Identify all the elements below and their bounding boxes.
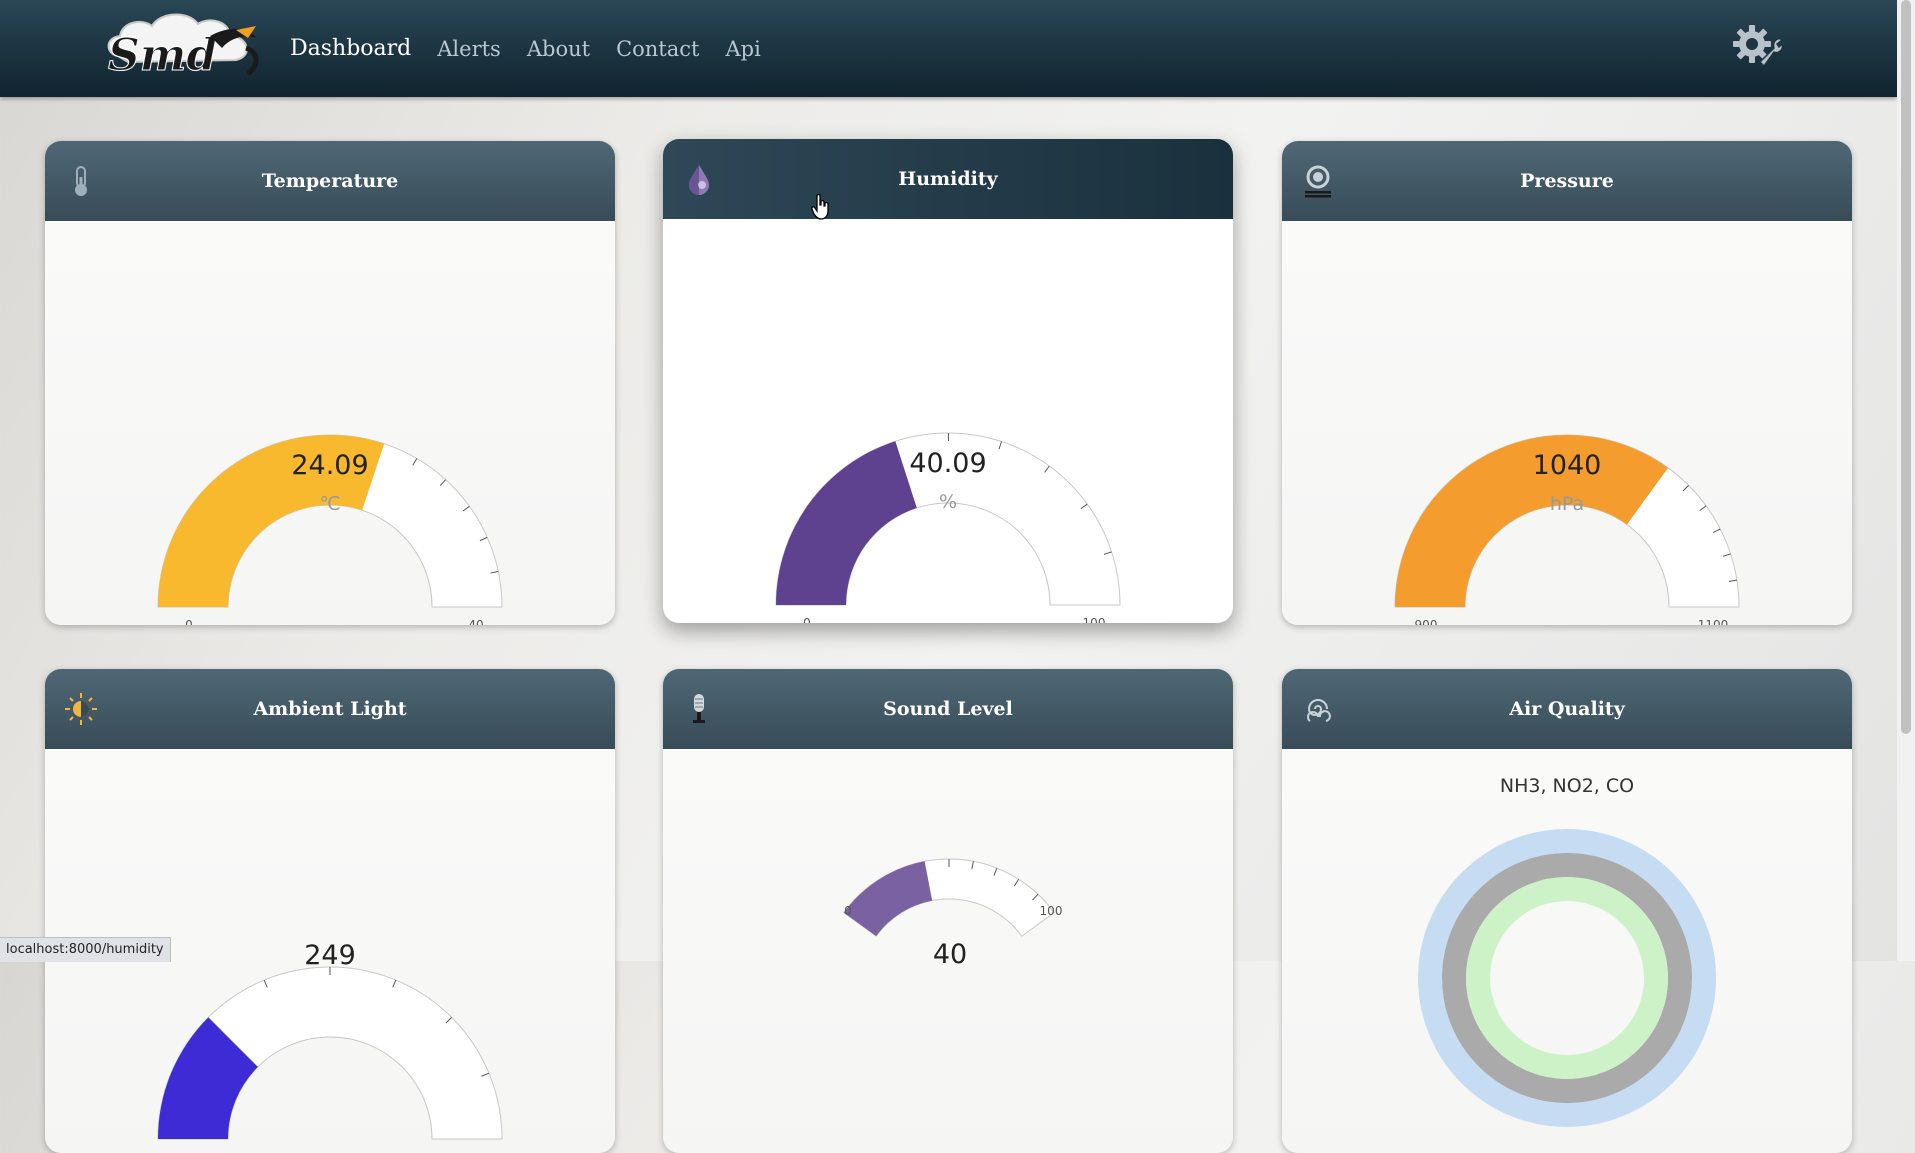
gauge-max-label: 40 (468, 618, 483, 625)
gauge-value: 249 (304, 940, 356, 971)
sound-level-card[interactable]: Sound Level 0 100 40 (663, 669, 1233, 1153)
gauge-value: 40 (933, 939, 967, 970)
hand-pointer-cursor-icon (811, 194, 831, 220)
vertical-scrollbar[interactable] (1897, 0, 1915, 961)
air-quality-chart: NH3, NO2, CO (1282, 749, 1852, 1153)
status-bar-url: localhost:8000/humidity (0, 937, 171, 962)
gauge-max-label: 100 (1083, 616, 1106, 623)
gauge-fill (1395, 435, 1668, 607)
gauge-fill (844, 861, 932, 936)
card-title: Humidity (663, 139, 1233, 219)
gauge-min-label: 900 (1415, 618, 1438, 625)
gauge-value: 40.09 (909, 448, 986, 479)
air-quality-card[interactable]: Air Quality NH3, NO2, CO (1282, 669, 1852, 1153)
card-title: Air Quality (1282, 669, 1852, 749)
gauge-min-label: 0 (844, 904, 852, 918)
pressure-card[interactable]: Pressure 1040 hPa 900 1100 (1282, 141, 1852, 625)
nav-about[interactable]: About (527, 37, 590, 61)
nav-api[interactable]: Api (725, 37, 760, 61)
ambient-light-card[interactable]: Ambient Light 249 (45, 669, 615, 1153)
nav-dashboard[interactable]: Dashboard (290, 36, 411, 61)
temperature-gauge: 24.09 ℃ 0 40 (45, 221, 615, 625)
gauge-min-label: 0 (185, 618, 193, 625)
scrollbar-thumb[interactable] (1901, 0, 1911, 734)
humidity-card[interactable]: Humidity 40.09 % 0 100 (663, 139, 1233, 623)
settings-gear-icon[interactable] (1730, 22, 1782, 70)
nav-alerts[interactable]: Alerts (437, 37, 501, 61)
temperature-card[interactable]: Temperature 24.09 ℃ 0 40 (45, 141, 615, 625)
gauge-unit: hPa (1550, 493, 1584, 515)
gauge-unit: % (939, 491, 957, 513)
gauge-value: 1040 (1533, 450, 1602, 481)
gauge-unit: ℃ (319, 493, 340, 515)
gauge-max-label: 1100 (1698, 618, 1729, 625)
gauge-value: 24.09 (291, 450, 368, 481)
smd-logo[interactable]: Smd (98, 8, 264, 88)
pressure-gauge: 1040 hPa 900 1100 (1282, 221, 1852, 625)
humidity-gauge: 40.09 % 0 100 (663, 219, 1233, 623)
gauge-min-label: 0 (803, 616, 811, 623)
sound-level-gauge: 0 100 40 (663, 749, 1233, 1153)
ring-co (1478, 889, 1656, 1067)
card-title: Pressure (1282, 141, 1852, 221)
svg-text:Smd: Smd (108, 30, 217, 81)
air-quality-subtitle: NH3, NO2, CO (1500, 775, 1634, 797)
navbar: Smd Dashboard Alerts About Contact Api (0, 0, 1897, 97)
gauge-max-label: 100 (1040, 904, 1063, 918)
nav-contact[interactable]: Contact (616, 37, 699, 61)
card-title: Ambient Light (45, 669, 615, 749)
card-title: Temperature (45, 141, 615, 221)
main-nav: Dashboard Alerts About Contact Api (290, 0, 761, 97)
card-title: Sound Level (663, 669, 1233, 749)
